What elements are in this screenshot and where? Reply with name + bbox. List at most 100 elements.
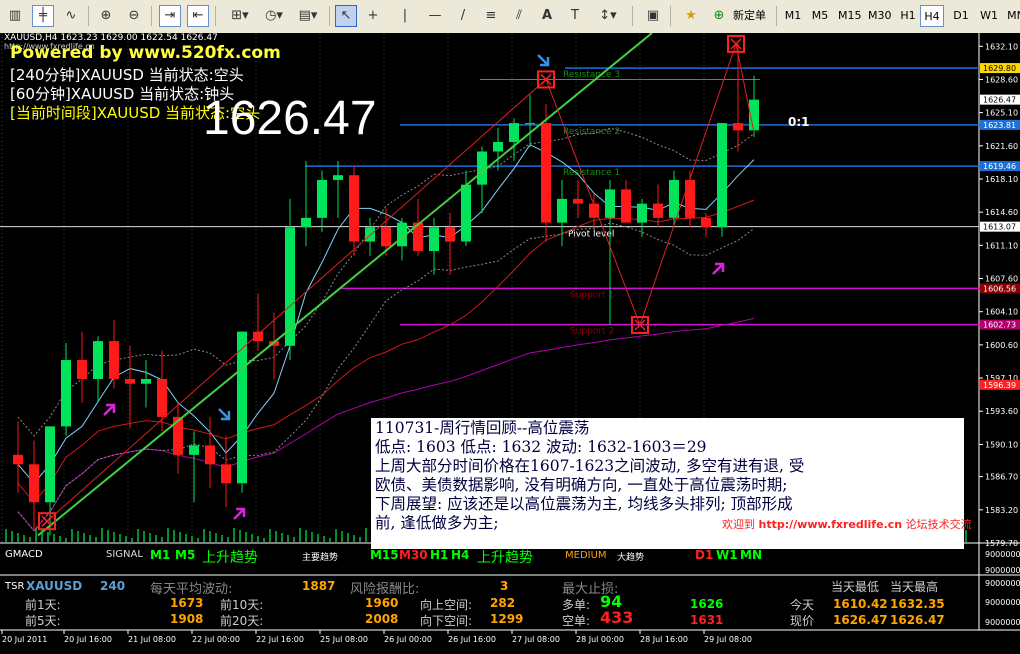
price-tick-label: 1632.10 xyxy=(985,42,1018,51)
time-tick-label: 22 Jul 16:00 xyxy=(256,635,304,644)
bar-chart-icon[interactable]: ▥ xyxy=(4,5,26,27)
time-tick-label: 22 Jul 00:00 xyxy=(192,635,240,644)
gmacd-m30: M30 xyxy=(399,548,428,562)
bear-candle xyxy=(125,379,135,384)
price-tick-label: 1583.20 xyxy=(985,506,1018,515)
bull-candle xyxy=(61,360,71,427)
buy-arrow-icon xyxy=(712,262,725,275)
gmacd-scale-label: 9000000 xyxy=(985,550,1020,559)
welcome-text: 欢迎到 http://www.fxredlife.cn 论坛技术交流 xyxy=(722,518,972,531)
bull-candle xyxy=(45,426,55,503)
bull-candle xyxy=(429,227,439,252)
fibonacci-icon[interactable]: ≡ xyxy=(480,5,502,27)
vertical-line-icon[interactable]: | xyxy=(394,5,416,27)
navigator-icon[interactable]: ▣ xyxy=(642,5,664,27)
templates-icon[interactable]: ▤▾ xyxy=(292,5,324,27)
bull-candle xyxy=(317,179,327,218)
review-line: 上周大部分时间价格在1607-1623之间波动, 多空有进有退, 受 xyxy=(375,457,805,475)
tsr-prev20-label: 前20天: xyxy=(220,614,264,628)
bull-candle xyxy=(333,175,343,180)
bear-candle xyxy=(253,331,263,342)
tsr-prev5-label: 前5天: xyxy=(25,614,61,628)
price-tag-label: 1602.73 xyxy=(983,321,1016,330)
gmacd-d1: D1 xyxy=(695,548,714,562)
bear-candle xyxy=(621,189,631,223)
gmacd-m5: M5 xyxy=(175,548,196,562)
tsr-rr-value: 3 xyxy=(500,579,509,593)
tsr-rr-label: 风险报酬比: xyxy=(350,582,420,597)
tsr-day-low-label: 当天最低 xyxy=(831,580,880,594)
timeframe-m30-button[interactable]: M30 xyxy=(866,5,894,27)
price-tick-label: 1625.10 xyxy=(985,109,1018,118)
pivot-label: Pivot level xyxy=(568,230,614,240)
timeframe-m1-button[interactable]: M1 xyxy=(781,5,805,27)
timeframe-h4-button[interactable]: H4 xyxy=(920,5,944,27)
zoom-in-icon[interactable]: ⊕ xyxy=(95,5,117,27)
sell-arrow-icon xyxy=(218,408,231,421)
line-chart-icon[interactable]: ∿ xyxy=(60,5,82,27)
timeframe-mn-button[interactable]: MN xyxy=(1004,5,1020,27)
chart-window[interactable]: Resistance 3 Resistance 2 Resistance 1 Pivo… xyxy=(0,32,1020,650)
gmacd-mn: MN xyxy=(740,548,762,562)
tsr-short-label: 空单: xyxy=(562,614,591,628)
cursor-icon[interactable]: ↖ xyxy=(335,5,357,27)
gmacd-h4: H4 xyxy=(451,548,470,562)
timeframe-m15-button[interactable]: M15 xyxy=(836,5,864,27)
gmacd-main-trend: 主要趋势 xyxy=(302,553,339,563)
gmacd-h1: H1 xyxy=(430,548,449,562)
gmacd-m1: M1 xyxy=(150,548,171,562)
bull-candle xyxy=(301,217,311,228)
gmacd-title: GMACD xyxy=(5,549,43,560)
timeframe-w1-button[interactable]: W1 xyxy=(977,5,1001,27)
tsr-short-value: 433 xyxy=(600,608,634,627)
time-tick-label: 20 Jul 16:00 xyxy=(64,635,112,644)
price-tick-label: 1621.60 xyxy=(985,142,1018,151)
support2-label: Support 2 xyxy=(570,327,614,337)
equidistant-channel-icon[interactable]: ⫽ xyxy=(508,5,530,27)
tsr-title: TSR xyxy=(5,581,25,592)
new-order-button[interactable]: 新定单 xyxy=(731,5,768,27)
bull-candle xyxy=(509,123,519,143)
tsr-prev5: 1908 xyxy=(170,612,204,626)
price-tick-label: 1600.60 xyxy=(985,341,1018,350)
periods-icon[interactable]: ◷▾ xyxy=(258,5,290,27)
price-tick-label: 1628.60 xyxy=(985,75,1018,84)
price-tag-label: 1623.81 xyxy=(983,121,1016,130)
status-60: [60分钟]XAUUSD 当前状态:钟头 xyxy=(10,85,235,103)
horizontal-line-icon[interactable]: — xyxy=(424,5,446,27)
bull-candle xyxy=(605,189,615,218)
chart-shift-icon[interactable]: ⇤ xyxy=(187,5,209,27)
trendline-icon[interactable]: / xyxy=(452,5,474,27)
new-order-icon[interactable]: ⊕ xyxy=(708,5,730,27)
timeframe-d1-button[interactable]: D1 xyxy=(949,5,973,27)
bear-candle xyxy=(109,341,119,380)
resistance3-label: Resistance 3 xyxy=(563,70,620,80)
time-tick-label: 29 Jul 08:00 xyxy=(704,635,752,644)
toolbar: ▥ ╪ ∿ ⊕ ⊖ ⇥ ⇤ ⊞▾ ◷▾ ▤▾ ↖ + | — / ≡ ⫽ A T… xyxy=(0,0,1020,34)
favorites-star-icon[interactable]: ★ xyxy=(680,5,702,27)
crosshair-icon[interactable]: + xyxy=(362,5,384,27)
zoom-out-icon[interactable]: ⊖ xyxy=(123,5,145,27)
tsr-now-label: 现价 xyxy=(790,614,815,628)
timeframe-m5-button[interactable]: M5 xyxy=(808,5,832,27)
time-tick-label: 26 Jul 00:00 xyxy=(384,635,432,644)
autoscroll-icon[interactable]: ⇥ xyxy=(159,5,181,27)
price-tick-label: 1586.70 xyxy=(985,473,1018,482)
bull-candle xyxy=(189,445,199,455)
candlestick-chart-icon[interactable]: ╪ xyxy=(32,5,54,27)
text-label-icon[interactable]: T xyxy=(564,5,586,27)
bear-candle xyxy=(653,203,663,218)
bear-candle xyxy=(221,464,231,484)
time-tick-label: 28 Jul 16:00 xyxy=(640,635,688,644)
arrows-icon[interactable]: ↕▾ xyxy=(592,5,624,27)
indicators-icon[interactable]: ⊞▾ xyxy=(224,5,256,27)
bull-candle xyxy=(493,142,503,152)
price-tag-label: 1626.47 xyxy=(983,96,1016,105)
welcome-url[interactable]: http://www.fxredlife.cn xyxy=(759,518,903,531)
bull-candle xyxy=(717,123,727,228)
timeframe-h1-button[interactable]: H1 xyxy=(896,5,920,27)
price-tick-label: 1607.60 xyxy=(985,275,1018,284)
text-icon[interactable]: A xyxy=(536,5,558,27)
buy-arrow-icon xyxy=(103,403,116,416)
tsr-avg-label: 每天平均波动: xyxy=(150,582,233,597)
